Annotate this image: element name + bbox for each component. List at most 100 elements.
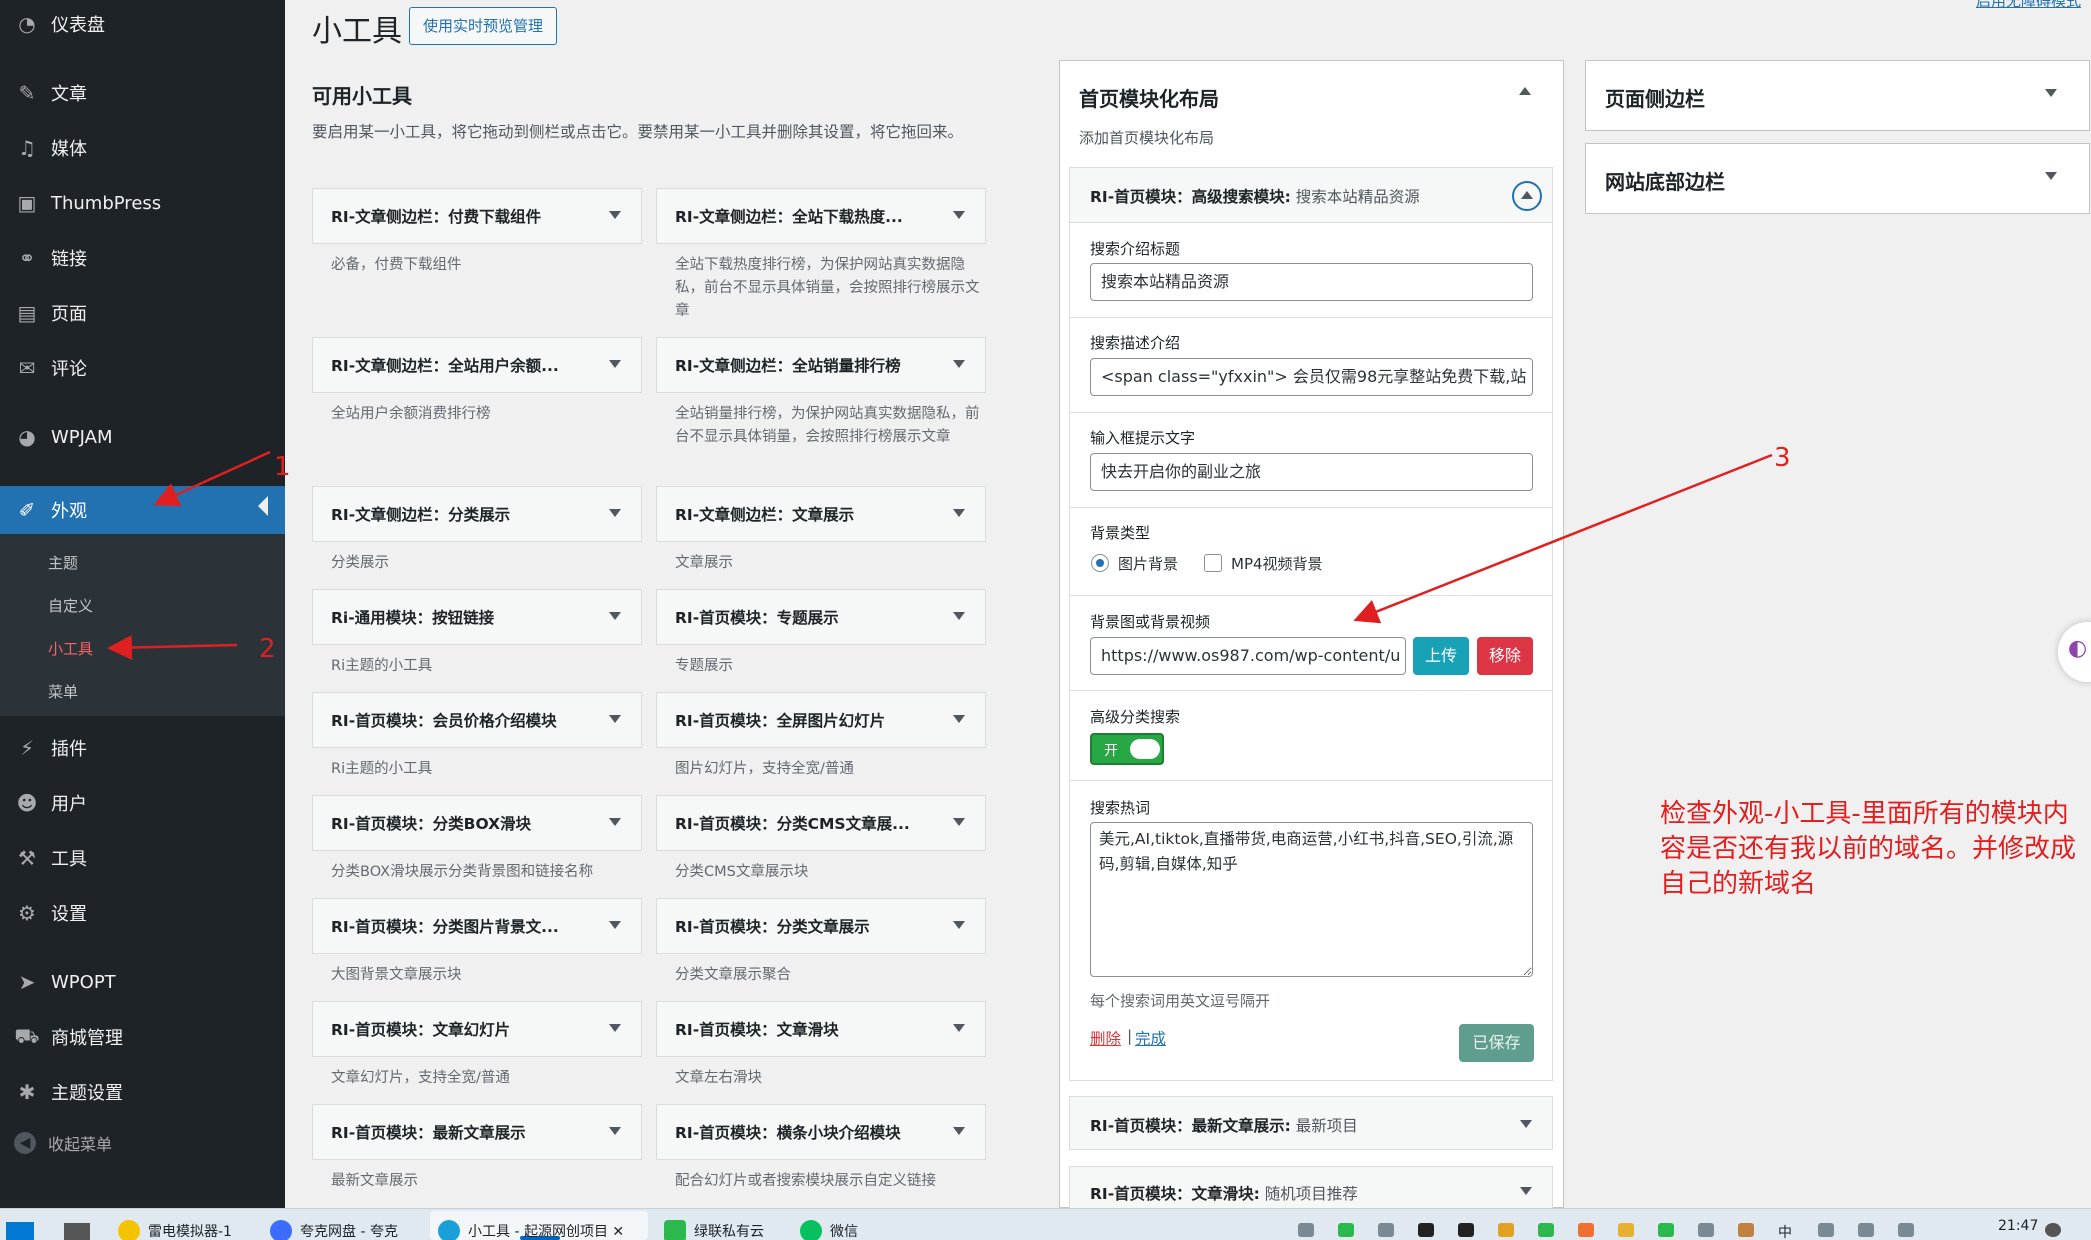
chevron-down-icon[interactable] [609, 211, 621, 219]
menu-wpjam[interactable]: ◕ WPJAM [0, 417, 285, 457]
upload-button[interactable]: 上传 [1413, 637, 1469, 675]
available-widget[interactable]: RI-首页模块：分类CMS文章展... [656, 795, 986, 851]
expand-widget-icon[interactable] [1520, 1187, 1532, 1195]
taskbar-item-quark[interactable]: 夸克网盘 - 夸克 [270, 1220, 420, 1240]
chevron-down-icon[interactable] [609, 612, 621, 620]
chevron-down-icon[interactable] [609, 818, 621, 826]
taskbar-clock[interactable]: 21:47 [1998, 1218, 2038, 1234]
ime-indicator[interactable]: 中 [1778, 1222, 1792, 1240]
remove-button[interactable]: 移除 [1477, 637, 1533, 675]
tray-app-icon[interactable] [1578, 1223, 1594, 1237]
floating-assistant-button[interactable]: ◐ [2058, 622, 2091, 682]
available-widget[interactable]: RI-首页模块：专题展示 [656, 589, 986, 645]
available-widget[interactable]: RI-首页模块：分类图片背景文... [312, 898, 642, 954]
delete-link[interactable]: 删除 [1090, 1027, 1121, 1049]
chevron-down-icon[interactable] [609, 1024, 621, 1032]
menu-users[interactable]: ☻ 用户 [0, 783, 285, 823]
saved-button[interactable]: 已保存 [1459, 1024, 1534, 1062]
available-widget[interactable]: RI-文章侧边栏：全站销量排行榜 [656, 337, 986, 393]
tray-app-icon[interactable] [1378, 1223, 1394, 1237]
chevron-down-icon[interactable] [609, 921, 621, 929]
accessibility-mode-link[interactable]: 启用无障碍模式 [1976, 0, 2081, 11]
available-widget[interactable]: RI-文章侧边栏：全站下载热度... [656, 188, 986, 244]
placeholder-input[interactable]: 快去开启你的副业之旅 [1090, 453, 1533, 491]
available-widget[interactable]: RI-首页模块：横条小块介绍模块 [656, 1104, 986, 1160]
menu-media[interactable]: ♫ 媒体 [0, 128, 285, 168]
done-link[interactable]: 完成 [1135, 1027, 1166, 1049]
available-widget[interactable]: RI-文章侧边栏：全站用户余额... [312, 337, 642, 393]
live-preview-button[interactable]: 使用实时预览管理 [409, 7, 558, 45]
tray-qq-icon[interactable] [1498, 1223, 1514, 1237]
taskbar-item-wechat[interactable]: 微信 [800, 1220, 910, 1240]
submenu-widgets[interactable]: 小工具 [48, 638, 93, 659]
chevron-down-icon[interactable] [609, 509, 621, 517]
description-input[interactable]: <span class="yfxxin"> 会员仅需98元享整站免费下载,站 [1090, 358, 1533, 396]
menu-plugins[interactable]: ⚡ 插件 [0, 728, 285, 768]
taskbar-item-ugreen[interactable]: 绿联私有云 [664, 1220, 794, 1240]
bg-media-url-input[interactable]: https://www.os987.com/wp-content/u [1090, 637, 1406, 675]
available-widget[interactable]: Ri-通用模块：按钮链接 [312, 589, 642, 645]
menu-appearance[interactable]: ✐ 外观 [0, 486, 285, 534]
home-layout-title[interactable]: 首页模块化布局 [1079, 83, 1219, 112]
speaker-icon[interactable] [1858, 1223, 1874, 1237]
taskbar-item-emulator[interactable]: 雷电模拟器-1 [118, 1220, 248, 1240]
menu-wpopt[interactable]: ➤ WPOPT [0, 962, 285, 1002]
chevron-down-icon[interactable] [953, 818, 965, 826]
windows-start-icon[interactable] [6, 1222, 34, 1240]
available-widget[interactable]: RI-首页模块：文章滑块 [656, 1001, 986, 1057]
menu-links[interactable]: ⚭ 链接 [0, 238, 285, 278]
available-widget[interactable]: RI-首页模块：全屏图片幻灯片 [656, 692, 986, 748]
notification-icon[interactable] [2045, 1223, 2061, 1237]
menu-shop[interactable]: ⛟ 商城管理 [0, 1017, 285, 1057]
tray-qq-icon[interactable] [1418, 1223, 1434, 1237]
submenu-customize[interactable]: 自定义 [48, 595, 93, 616]
expand-area-icon[interactable] [2045, 89, 2057, 97]
collapse-area-icon[interactable] [1519, 87, 1531, 95]
available-widget[interactable]: RI-首页模块：会员价格介绍模块 [312, 692, 642, 748]
chevron-down-icon[interactable] [953, 612, 965, 620]
available-widget[interactable]: RI-首页模块：文章幻灯片 [312, 1001, 642, 1057]
chevron-down-icon[interactable] [953, 211, 965, 219]
chevron-down-icon[interactable] [609, 715, 621, 723]
menu-thumbpress[interactable]: ▣ ThumbPress [0, 183, 285, 223]
bg-image-radio[interactable] [1091, 554, 1109, 572]
tray-app-icon[interactable] [1658, 1223, 1674, 1237]
collapse-menu-button[interactable]: ◀ 收起菜单 [14, 1131, 112, 1155]
toggle-widget-icon[interactable] [1512, 181, 1542, 211]
chevron-down-icon[interactable] [953, 360, 965, 368]
menu-comments[interactable]: ✉ 评论 [0, 348, 285, 388]
menu-settings[interactable]: ⚙ 设置 [0, 893, 285, 933]
tray-chevron-icon[interactable] [1298, 1223, 1314, 1237]
chevron-down-icon[interactable] [953, 921, 965, 929]
task-view-icon[interactable] [64, 1223, 90, 1240]
available-widget[interactable]: RI-首页模块：分类BOX滑块 [312, 795, 642, 851]
available-widget[interactable]: RI-首页模块：分类文章展示 [656, 898, 986, 954]
available-widget[interactable]: RI-文章侧边栏：付费下载组件 [312, 188, 642, 244]
expand-area-icon[interactable] [2045, 172, 2057, 180]
menu-theme-settings[interactable]: ✱ 主题设置 [0, 1072, 285, 1112]
chevron-down-icon[interactable] [953, 509, 965, 517]
submenu-menus[interactable]: 菜单 [48, 681, 78, 702]
adv-search-toggle[interactable]: 开 [1090, 733, 1164, 765]
chevron-down-icon[interactable] [953, 1024, 965, 1032]
available-widget[interactable]: RI-首页模块：最新文章展示 [312, 1104, 642, 1160]
chevron-down-icon[interactable] [609, 1127, 621, 1135]
hot-words-textarea[interactable]: 美元,AI,tiktok,直播带货,电商运营,小红书,抖音,SEO,引流,源码,… [1090, 822, 1533, 977]
tray-qq-icon[interactable] [1458, 1223, 1474, 1237]
taskbar-item-browser[interactable]: 小工具 - 起源网创项目 ✕ [438, 1220, 643, 1240]
chevron-down-icon[interactable] [953, 1127, 965, 1135]
chevron-down-icon[interactable] [609, 360, 621, 368]
tray-app-icon[interactable] [1698, 1223, 1714, 1237]
bg-video-checkbox[interactable] [1204, 554, 1222, 572]
menu-pages[interactable]: ▤ 页面 [0, 293, 285, 333]
chevron-down-icon[interactable] [953, 715, 965, 723]
available-widget[interactable]: RI-文章侧边栏：文章展示 [656, 486, 986, 542]
tray-app-icon[interactable] [1338, 1223, 1354, 1237]
tray-app-icon[interactable] [1538, 1223, 1554, 1237]
tray-app-icon[interactable] [1618, 1223, 1634, 1237]
intro-title-input[interactable]: 搜索本站精品资源 [1090, 263, 1533, 301]
battery-icon[interactable] [1898, 1223, 1914, 1237]
available-widget[interactable]: RI-文章侧边栏：分类展示 [312, 486, 642, 542]
tray-app-icon[interactable] [1738, 1223, 1754, 1237]
menu-tools[interactable]: ⚒ 工具 [0, 838, 285, 878]
